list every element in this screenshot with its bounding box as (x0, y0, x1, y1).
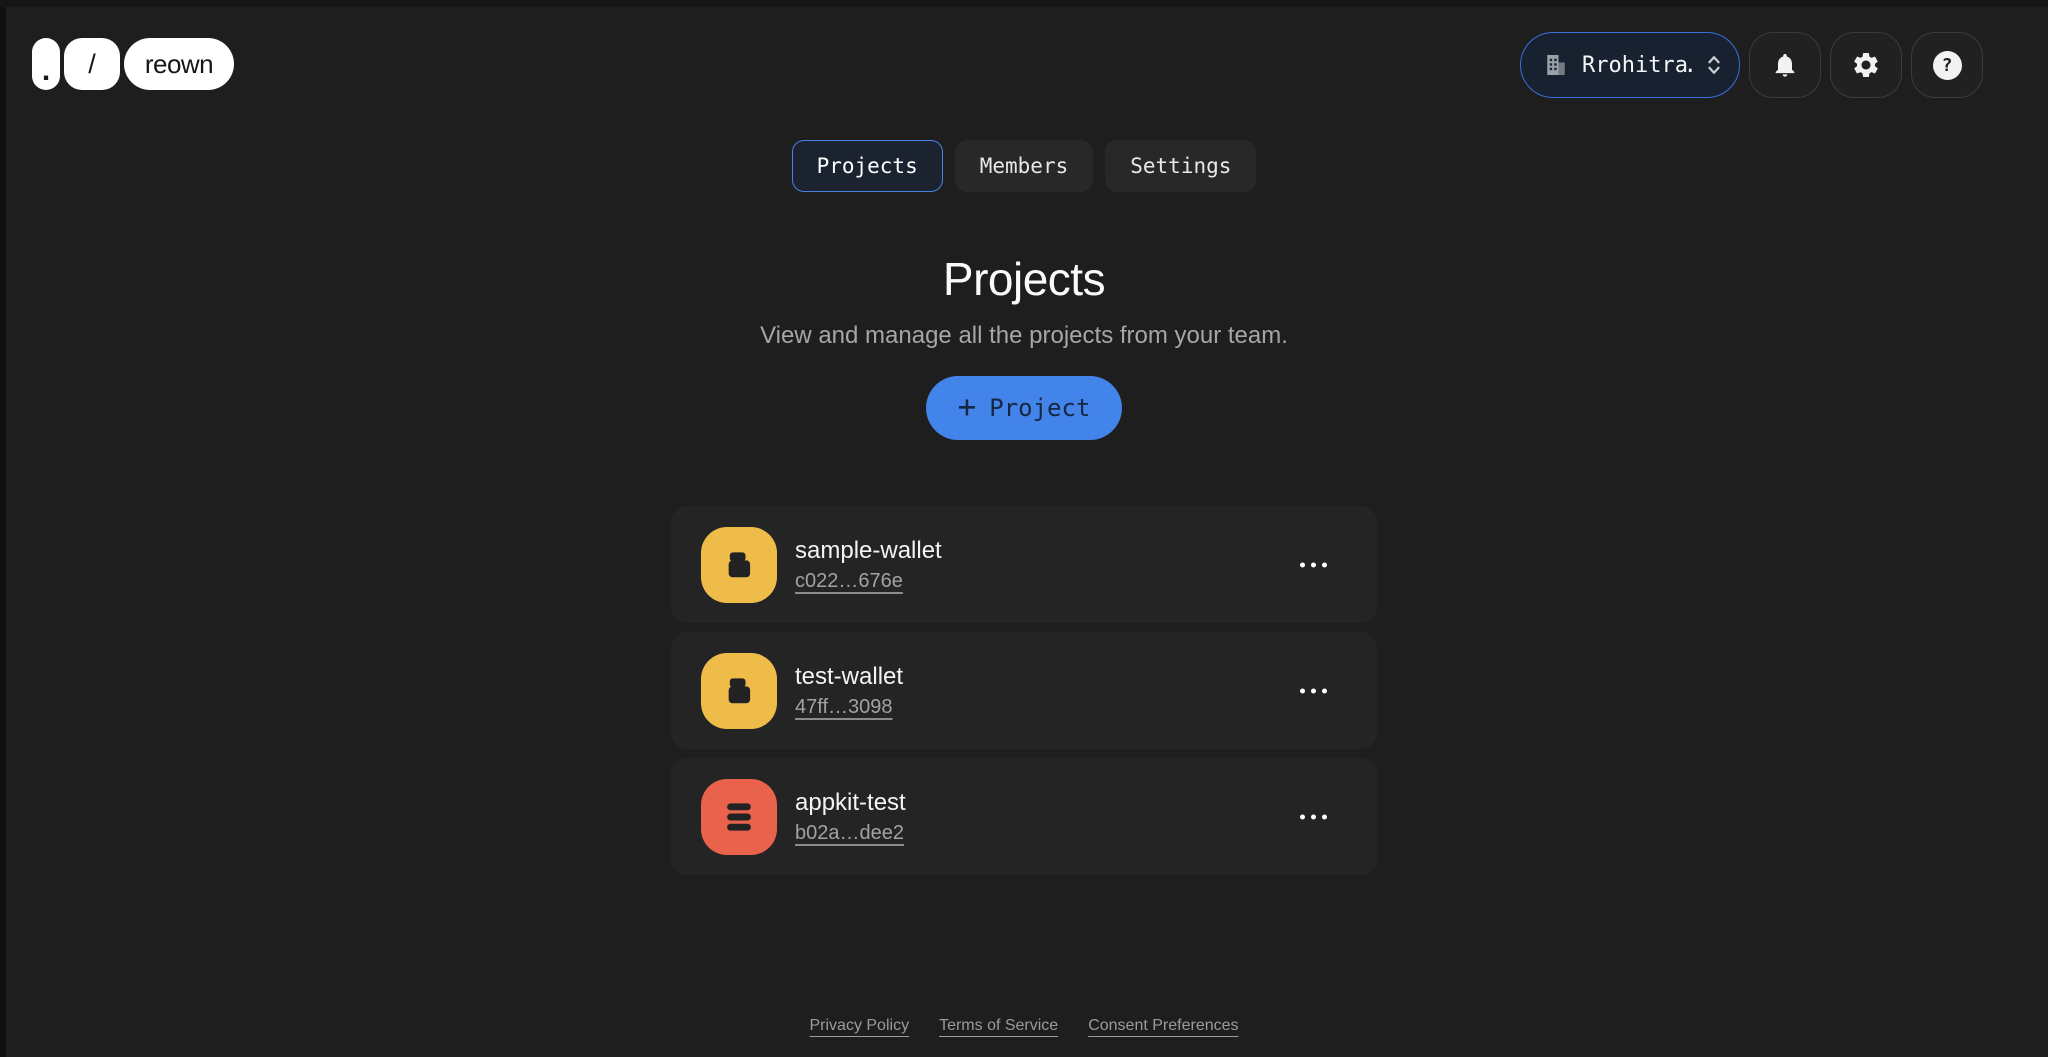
new-project-button[interactable]: + Project (926, 376, 1123, 440)
org-selector-dropdown[interactable]: Rrohitra… (1520, 32, 1740, 98)
building-icon (1541, 50, 1571, 80)
project-list: sample-wallet c022…676e test-wa (671, 506, 1377, 875)
org-tabs: Projects Members Settings (0, 140, 2048, 192)
consent-preferences-link[interactable]: Consent Preferences (1088, 1017, 1238, 1035)
plus-icon: + (958, 389, 977, 425)
logo-brand-pill: reown (124, 38, 234, 90)
stack-icon (701, 779, 777, 855)
project-row[interactable]: test-wallet 47ff…3098 (671, 632, 1377, 749)
gear-icon (1851, 50, 1881, 80)
project-id-link[interactable]: b02a…dee2 (795, 822, 904, 845)
tab-projects[interactable]: Projects (792, 140, 943, 192)
project-info: appkit-test b02a…dee2 (795, 789, 906, 845)
main-content: Projects View and manage all the project… (0, 252, 2048, 875)
row-menu-button[interactable] (1296, 804, 1331, 829)
ellipsis-icon (1300, 814, 1305, 819)
project-row[interactable]: appkit-test b02a…dee2 (671, 758, 1377, 875)
new-project-button-label: Project (989, 394, 1090, 422)
project-name: test-wallet (795, 663, 903, 691)
tab-settings[interactable]: Settings (1105, 140, 1256, 192)
logo-slash-pill: / (64, 38, 120, 90)
help-button[interactable]: ? (1911, 32, 1983, 98)
tab-members[interactable]: Members (955, 140, 1094, 192)
project-row[interactable]: sample-wallet c022…676e (671, 506, 1377, 623)
ellipsis-icon (1300, 688, 1305, 693)
unfold-chevron-icon (1703, 52, 1725, 78)
settings-button[interactable] (1830, 32, 1902, 98)
project-info: test-wallet 47ff…3098 (795, 663, 903, 719)
wallet-icon (701, 527, 777, 603)
project-name: appkit-test (795, 789, 906, 817)
terms-of-service-link[interactable]: Terms of Service (939, 1017, 1058, 1035)
window-top-edge (0, 0, 2048, 7)
page-title: Projects (943, 252, 1105, 306)
notifications-button[interactable] (1749, 32, 1821, 98)
reown-logo[interactable]: . / reown (32, 38, 234, 90)
row-menu-button[interactable] (1296, 552, 1331, 577)
project-id-link[interactable]: 47ff…3098 (795, 696, 893, 719)
privacy-policy-link[interactable]: Privacy Policy (809, 1017, 909, 1035)
project-id-link[interactable]: c022…676e (795, 570, 903, 593)
project-info: sample-wallet c022…676e (795, 537, 942, 593)
question-icon: ? (1933, 51, 1962, 80)
header-actions: Rrohitra… ? (1520, 32, 1983, 98)
ellipsis-icon (1300, 562, 1305, 567)
org-name-label: Rrohitra… (1582, 53, 1692, 78)
row-menu-button[interactable] (1296, 678, 1331, 703)
logo-dot-pill: . (32, 38, 60, 90)
bell-icon (1771, 51, 1799, 79)
footer: Privacy Policy Terms of Service Consent … (0, 1017, 2048, 1035)
page-subtitle: View and manage all the projects from yo… (760, 322, 1288, 350)
wallet-icon (701, 653, 777, 729)
project-name: sample-wallet (795, 537, 942, 565)
